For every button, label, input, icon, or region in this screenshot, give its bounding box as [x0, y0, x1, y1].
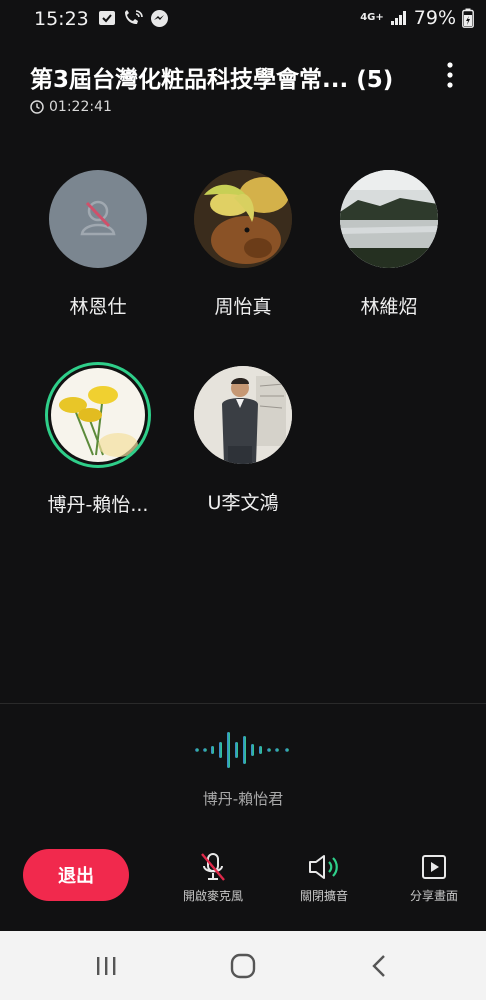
recent-apps-icon — [97, 956, 116, 975]
avatar-lake-photo — [340, 170, 438, 268]
recent-apps-button[interactable] — [66, 931, 146, 1000]
speaker-toggle-button[interactable]: 關閉擴音 — [279, 850, 369, 904]
mic-toggle-button[interactable]: 開啟麥克風 — [168, 850, 258, 904]
participant-name: 周怡真 — [214, 296, 272, 318]
home-icon — [230, 953, 256, 978]
yellow-flowers-photo — [51, 368, 145, 462]
participant-name: 林恩仕 — [69, 296, 127, 318]
participant-name: 博丹-賴怡... — [47, 494, 149, 516]
participant-name: 林維炤 — [360, 296, 418, 318]
back-icon — [372, 954, 385, 977]
status-time: 15:23 — [34, 8, 89, 30]
wifi-call-icon — [125, 10, 143, 24]
battery-icon — [462, 8, 474, 28]
leave-call-button[interactable]: 退出 — [23, 849, 129, 901]
participant-name: U李文鴻 — [207, 492, 279, 514]
notification-icons — [98, 9, 169, 28]
participant-tile[interactable]: 周怡真 — [173, 170, 313, 319]
mic-label: 開啟麥克風 — [182, 889, 243, 903]
participant-tile-speaking[interactable]: 博丹-賴怡... — [28, 362, 168, 517]
call-title: 第3屆台灣化粧品科技學會常... (5) — [30, 67, 394, 93]
participant-tile[interactable]: U李文鴻 — [173, 366, 313, 515]
messenger-icon — [151, 10, 168, 27]
share-screen-button[interactable]: 分享畫面 — [389, 850, 479, 904]
more-vertical-icon — [447, 62, 453, 88]
system-navigation-bar — [0, 931, 486, 1000]
status-bar: 15:23 4G+ 79% — [0, 0, 486, 38]
check-notification-icon — [99, 11, 115, 25]
call-duration: 01:22:41 — [49, 99, 112, 115]
mic-muted-icon — [201, 853, 225, 881]
more-options-button[interactable] — [438, 60, 462, 92]
call-timer: 01:22:41 — [30, 99, 112, 115]
speaker-on-icon — [309, 855, 338, 879]
participant-tile[interactable]: 林維炤 — [319, 170, 459, 319]
home-button[interactable] — [203, 931, 283, 1000]
clock-icon — [30, 100, 44, 114]
avatar-flowers-photo — [45, 362, 151, 468]
dog-photo — [194, 170, 292, 268]
share-screen-icon — [422, 855, 446, 879]
lake-photo — [340, 170, 438, 268]
status-right: 4G+ 79% — [360, 7, 474, 29]
back-button[interactable] — [339, 931, 419, 1000]
share-label: 分享畫面 — [409, 889, 458, 903]
speaker-label: 關閉擴音 — [299, 889, 348, 903]
avatar — [49, 170, 147, 268]
participant-tile[interactable]: 林恩仕 — [28, 170, 168, 319]
avatar-man-photo — [194, 366, 292, 464]
divider — [0, 703, 486, 704]
avatar-dog-photo — [194, 170, 292, 268]
man-in-suit-photo — [194, 366, 292, 464]
audio-waveform-icon — [195, 732, 289, 768]
active-speaker-name: 博丹-賴怡君 — [202, 790, 284, 808]
signal-icon — [390, 11, 406, 25]
muted-user-icon — [80, 200, 116, 236]
battery-percent: 79% — [413, 7, 456, 29]
network-type: 4G+ — [360, 12, 384, 23]
